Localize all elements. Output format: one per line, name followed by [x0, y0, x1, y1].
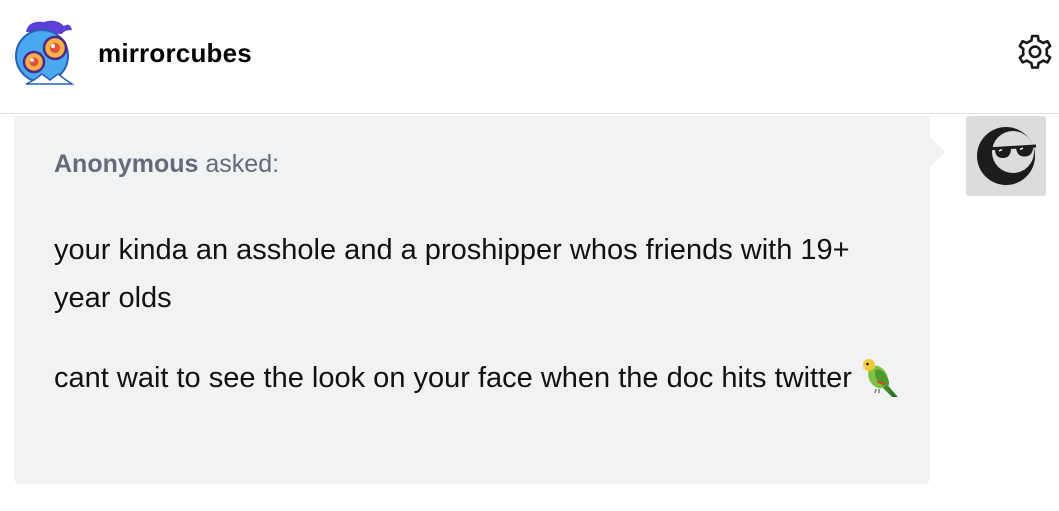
gear-icon[interactable]	[1015, 32, 1055, 72]
anonymous-avatar[interactable]	[966, 116, 1046, 196]
blog-name[interactable]: mirrorcubes	[98, 36, 252, 70]
question-body: your kinda an asshole and a proshipper w…	[54, 226, 914, 434]
blog-avatar[interactable]	[12, 18, 80, 86]
asker-line: Anonymous asked:	[54, 147, 279, 181]
ask-bubble-tail	[930, 137, 946, 167]
question-paragraph-2: cant wait to see the look on your face w…	[54, 354, 914, 402]
anonymous-sunglasses-icon	[977, 127, 1037, 185]
post-header: mirrorcubes	[0, 0, 1059, 114]
asker-name: Anonymous	[54, 150, 199, 178]
parrot-emoji-icon	[862, 359, 898, 397]
ask-bubble: Anonymous asked: your kinda an asshole a…	[14, 116, 930, 484]
asked-label: asked:	[205, 150, 280, 178]
question-paragraph-1: your kinda an asshole and a proshipper w…	[54, 234, 850, 314]
